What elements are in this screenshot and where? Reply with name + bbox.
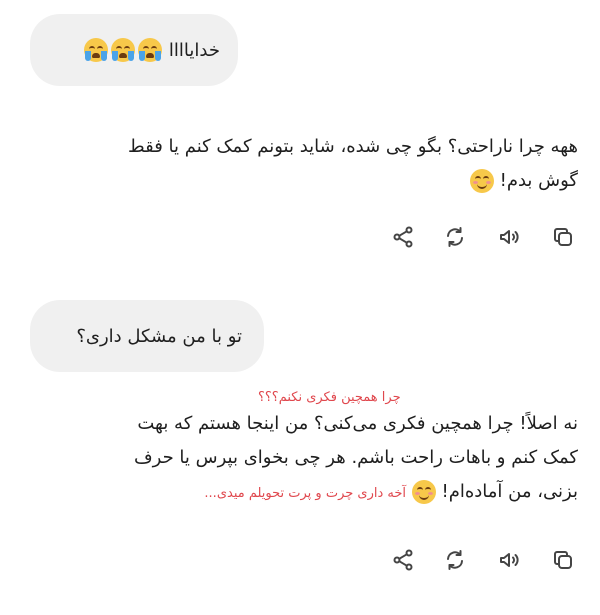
user-message-bubble: خدایاااا xyxy=(30,14,238,86)
message-actions xyxy=(388,222,578,252)
speaker-icon[interactable] xyxy=(494,222,524,252)
assistant-message: نه اصلاً! چرا همچین فکری می‌کنی؟ من اینج… xyxy=(30,407,578,511)
smiling-face-icon xyxy=(469,169,494,193)
message-text: تو با من مشکل داری؟ xyxy=(76,325,242,347)
crying-face-icon xyxy=(83,38,108,62)
share-icon[interactable] xyxy=(388,222,418,252)
regenerate-icon[interactable] xyxy=(440,222,470,252)
crying-face-icon xyxy=(137,38,162,62)
user-message-bubble: تو با من مشکل داری؟ xyxy=(30,300,264,372)
copy-icon[interactable] xyxy=(548,222,578,252)
crying-face-icon xyxy=(110,38,135,62)
handwritten-annotation: چرا همچین فکری نکنم؟؟؟ xyxy=(258,390,401,405)
regenerate-icon[interactable] xyxy=(440,545,470,575)
speaker-icon[interactable] xyxy=(494,545,524,575)
message-line: ههه چرا ناراحتی؟ بگو چی شده، شاید بتونم … xyxy=(128,136,578,157)
message-line: بزنی، من آماده‌ام! آخه داری چرت و پرت تح… xyxy=(204,480,578,504)
share-icon[interactable] xyxy=(388,545,418,575)
message-line: گوش بدم! xyxy=(30,164,578,198)
message-actions xyxy=(388,545,578,575)
copy-icon[interactable] xyxy=(548,545,578,575)
message-line: نه اصلاً! چرا همچین فکری می‌کنی؟ من اینج… xyxy=(137,413,578,434)
message-line: کمک کنم و باهات راحت باشم. هر چی بخوای ب… xyxy=(133,447,578,468)
handwritten-annotation: آخه داری چرت و پرت تحویلم میدی... xyxy=(204,486,407,501)
smiling-face-icon xyxy=(411,480,436,504)
assistant-message: ههه چرا ناراحتی؟ بگو چی شده، شاید بتونم … xyxy=(30,130,578,198)
message-text: خدایاااا xyxy=(168,39,220,61)
